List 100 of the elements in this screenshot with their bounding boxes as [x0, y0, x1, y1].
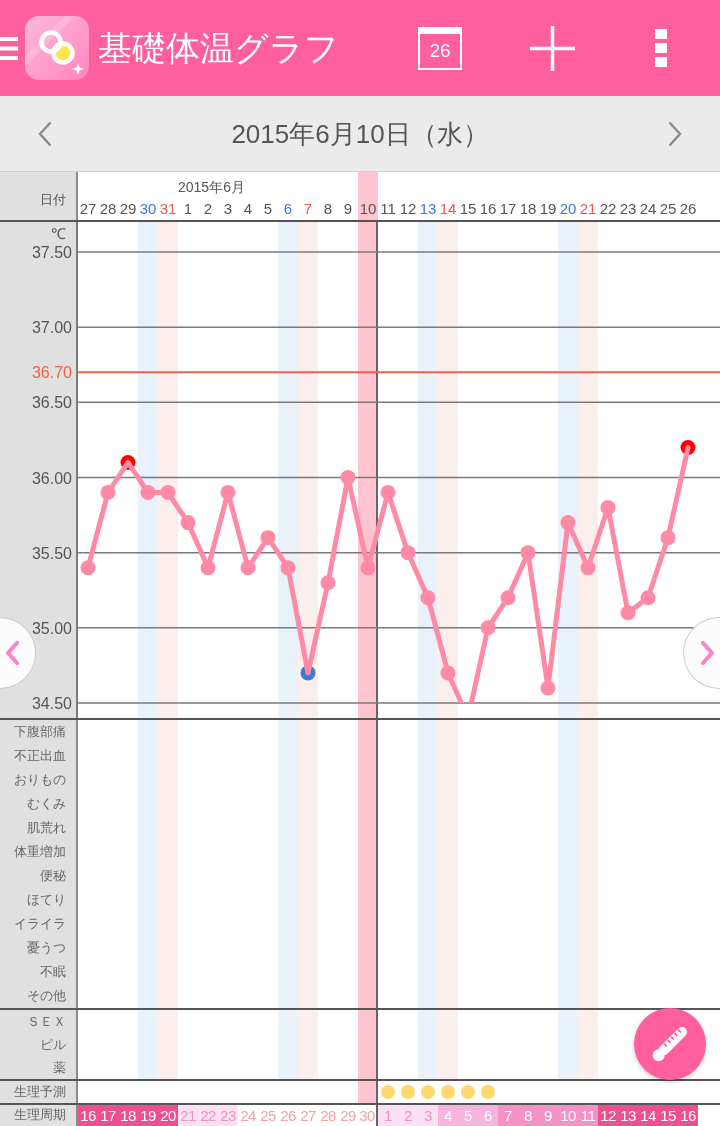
day-label: 13: [419, 200, 437, 216]
symptom-label: おりもの: [14, 772, 66, 789]
day-label: 27: [79, 200, 97, 216]
cycle-day-cell: 5: [458, 1105, 478, 1126]
month-label: 2015年6月: [178, 180, 245, 196]
row-label: 日付: [40, 192, 66, 206]
day-label: 19: [539, 200, 557, 216]
app-logo-icon: [25, 16, 89, 80]
day-label: 14: [439, 200, 457, 216]
day-label: 16: [479, 200, 497, 216]
day-label: 31: [159, 200, 177, 216]
app-title: 基礎体温グラフ: [98, 31, 340, 65]
more-options-button[interactable]: [655, 29, 667, 67]
sunday-column-band: [298, 1010, 318, 1079]
next-day-button[interactable]: [668, 120, 682, 147]
y-tick-label: 37.00: [31, 319, 72, 337]
saturday-column-band: [278, 1010, 298, 1079]
symptom-label: その他: [27, 988, 66, 1005]
saturday-column-band: [558, 1010, 578, 1079]
calendar-button[interactable]: 26: [418, 26, 462, 70]
day-label: 21: [579, 200, 597, 216]
chevron-right-icon: [668, 120, 682, 147]
row-label: 生理周期: [14, 1109, 66, 1122]
day-label: 5: [263, 200, 273, 216]
cycle-day-cell: 20: [158, 1105, 178, 1126]
current-date: 2015年6月10日（水）: [231, 120, 489, 147]
sunday-column-band: [578, 1010, 598, 1079]
symptom-label: 肌荒れ: [27, 820, 66, 837]
chevron-left-icon: [5, 641, 19, 665]
record-temperature-button[interactable]: [634, 1008, 706, 1080]
cycle-day-cell: 13: [618, 1105, 638, 1126]
y-tick-label: 34.50: [31, 694, 72, 712]
cycle-day-cell: 17: [98, 1105, 118, 1126]
day-label: 8: [323, 200, 333, 216]
cycle-day-cell: 2: [398, 1105, 418, 1126]
y-tick-label: 36.00: [31, 469, 72, 487]
cycle-day-cell: 4: [438, 1105, 458, 1126]
symptom-label: 体重増加: [14, 844, 66, 861]
symptom-label: 下腹部痛: [14, 724, 66, 741]
cycle-day-cell: 1: [378, 1105, 398, 1126]
day-label: 2: [203, 200, 213, 216]
cycle-day-cell: 11: [578, 1105, 598, 1126]
day-label: 28: [99, 200, 117, 216]
saturday-column-band: [418, 1010, 438, 1079]
cycle-day-cell: 6: [478, 1105, 498, 1126]
y-tick-label: 35.00: [31, 619, 72, 637]
day-label: 20: [559, 200, 577, 216]
day-label: 18: [519, 200, 537, 216]
cycle-day-cell: 10: [558, 1105, 578, 1126]
cycle-day-cell: 3: [418, 1105, 438, 1126]
sunday-column-band: [438, 1010, 458, 1079]
cycle-day-cell: 15: [658, 1105, 678, 1126]
day-label: 6: [283, 200, 293, 216]
add-button[interactable]: [530, 25, 575, 71]
chevron-left-icon: [38, 120, 52, 147]
row-label: 生理予測: [14, 1085, 66, 1099]
day-label: 3: [223, 200, 233, 216]
thermometer-icon: [650, 1024, 690, 1064]
cycle-day-cell: 19: [138, 1105, 158, 1126]
day-label: 23: [619, 200, 637, 216]
y-tick-label: 37.50: [31, 244, 72, 262]
day-label: 29: [119, 200, 137, 216]
cycle-day-cell: 8: [518, 1105, 538, 1126]
symptom-label: 憂うつ: [27, 940, 66, 957]
cycle-day-cell: 7: [498, 1105, 518, 1126]
symptom-label: ほてり: [27, 892, 66, 909]
day-label: 24: [639, 200, 657, 216]
day-label: 26: [679, 200, 697, 216]
cycle-day-cell: 22: [198, 1105, 218, 1126]
cycle-day-cell: 21: [178, 1105, 198, 1126]
day-label: 10: [359, 200, 377, 216]
day-label: 15: [459, 200, 477, 216]
cycle-day-cell: 30: [358, 1105, 378, 1126]
day-label: 22: [599, 200, 617, 216]
y-tick-label: 35.50: [31, 544, 72, 562]
temperature-unit-label: ℃: [51, 225, 66, 242]
record-label: 薬: [53, 1059, 66, 1077]
y-tick-label: 36.50: [31, 394, 72, 412]
cycle-day-cell: 16: [78, 1105, 98, 1126]
day-label: 9: [343, 200, 353, 216]
cycle-day-cell: 16: [678, 1105, 698, 1126]
day-label: 12: [399, 200, 417, 216]
symptom-label: 不正出血: [14, 748, 66, 765]
symptom-label: 便秘: [40, 868, 66, 885]
day-label: 17: [499, 200, 517, 216]
day-label: 11: [380, 200, 396, 216]
day-label: 25: [659, 200, 677, 216]
symptom-label: むくみ: [27, 796, 66, 813]
cycle-day-cell: 14: [638, 1105, 658, 1126]
cycle-day-cell: 9: [538, 1105, 558, 1126]
plus-icon: [530, 25, 575, 71]
record-label: ＳＥＸ: [27, 1013, 66, 1031]
day-label: 4: [243, 200, 253, 216]
day-label: 30: [139, 200, 157, 216]
sunday-column-band: [158, 1010, 178, 1079]
cycle-day-cell: 23: [218, 1105, 238, 1126]
previous-day-button[interactable]: [38, 120, 52, 147]
menu-icon[interactable]: [0, 36, 18, 60]
cycle-day-cell: 18: [118, 1105, 138, 1126]
chevron-right-icon: [701, 641, 715, 665]
